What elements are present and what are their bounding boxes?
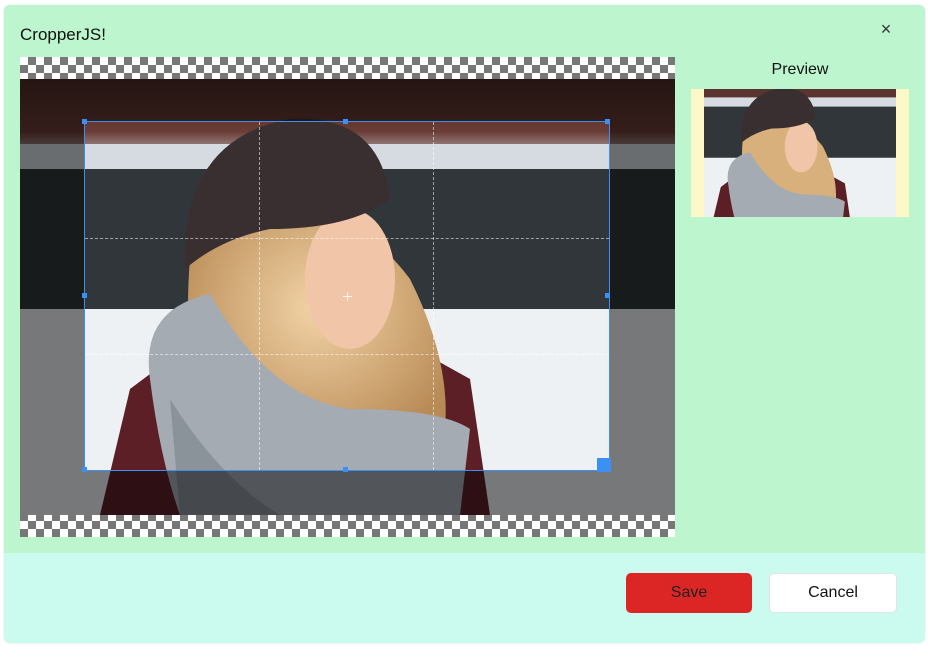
crop-handle-nw[interactable] bbox=[82, 119, 87, 124]
crop-handle-sw[interactable] bbox=[82, 467, 87, 472]
cancel-button[interactable]: Cancel bbox=[769, 573, 897, 613]
crop-handle-ne[interactable] bbox=[605, 119, 610, 124]
crop-center-icon bbox=[343, 292, 352, 301]
crop-guide-line bbox=[259, 122, 260, 470]
save-button[interactable]: Save bbox=[626, 573, 752, 613]
crop-guide-line bbox=[85, 238, 609, 239]
preview-label: Preview bbox=[771, 61, 829, 78]
crop-preview bbox=[691, 89, 909, 217]
dialog-body: CropperJS! × Preview bbox=[4, 5, 925, 553]
crop-guide-line bbox=[433, 122, 434, 470]
crop-handle-s[interactable] bbox=[343, 467, 348, 472]
crop-box[interactable] bbox=[82, 119, 611, 472]
cropper-dialog: CropperJS! × Preview bbox=[4, 5, 925, 643]
dialog-title: CropperJS! bbox=[20, 25, 106, 44]
cropper-canvas[interactable] bbox=[20, 57, 675, 537]
crop-guide-line bbox=[85, 354, 609, 355]
close-icon[interactable]: × bbox=[876, 19, 896, 39]
crop-handle-e[interactable] bbox=[605, 293, 610, 298]
crop-handle-se[interactable] bbox=[597, 458, 611, 472]
preview-image bbox=[704, 89, 896, 217]
crop-handle-w[interactable] bbox=[82, 293, 87, 298]
crop-handle-n[interactable] bbox=[343, 119, 348, 124]
